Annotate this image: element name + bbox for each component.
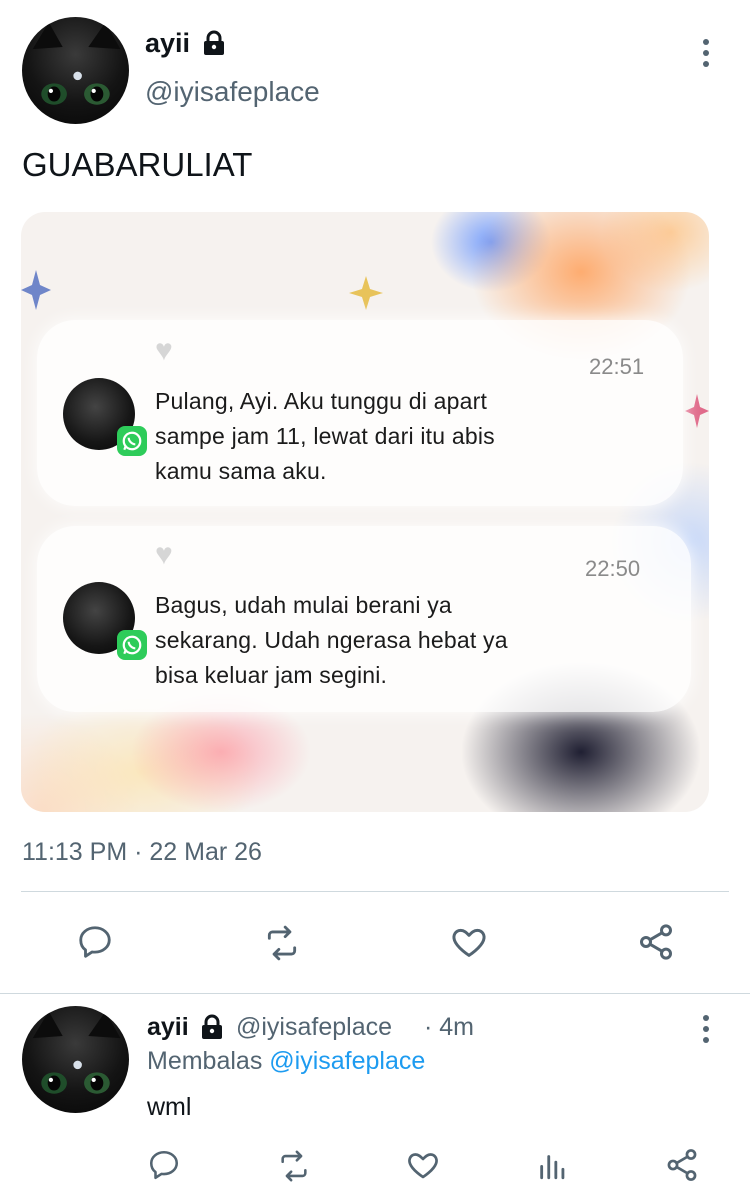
tweet-timestamp[interactable]: 11:13 PM · 22 Mar 26: [22, 838, 262, 867]
whatsapp-notification: ♥ 22:51 Pulang, Ayi. Aku tunggu di apart…: [37, 320, 683, 506]
whatsapp-icon: [117, 426, 147, 456]
author-handle[interactable]: @iyisafeplace: [145, 76, 320, 108]
heart-icon: ♥: [155, 538, 173, 571]
reply-text: wml: [147, 1093, 192, 1121]
author-name[interactable]: ayii: [145, 28, 190, 59]
more-options-icon[interactable]: [694, 34, 718, 74]
reply-author-name[interactable]: ayii: [147, 1013, 189, 1042]
tweet-text: GUABARULIAT: [22, 146, 253, 183]
views-icon[interactable]: [536, 1148, 570, 1182]
star-decoration-icon: [349, 276, 383, 310]
notification-line: bisa keluar jam segini.: [155, 662, 388, 688]
notification-time: 22:50: [585, 556, 641, 581]
avatar[interactable]: [22, 1006, 129, 1113]
star-decoration-icon: [685, 394, 709, 428]
retweet-icon[interactable]: [260, 924, 304, 962]
lock-icon: [202, 30, 226, 56]
share-icon[interactable]: [664, 1147, 700, 1183]
replying-to: Membalas @iyisafeplace: [147, 1047, 425, 1076]
notification-time: 22:51: [589, 354, 645, 379]
lock-icon: [200, 1014, 224, 1040]
divider: [0, 993, 750, 994]
avatar[interactable]: [22, 17, 129, 124]
notification-line: Bagus, udah mulai berani ya: [155, 592, 452, 618]
notification-line: kamu sama aku.: [155, 458, 327, 484]
replying-prefix: Membalas: [147, 1047, 263, 1075]
cat-avatar-image: [32, 1011, 121, 1094]
like-icon[interactable]: [405, 1147, 441, 1183]
reply-age: · 4m: [424, 1013, 474, 1041]
reply-icon[interactable]: [147, 1148, 181, 1182]
retweet-icon[interactable]: [275, 1149, 313, 1183]
divider: [21, 891, 729, 892]
notification-line: Pulang, Ayi. Aku tunggu di apart: [155, 388, 488, 414]
heart-icon: ♥: [155, 334, 173, 367]
tweet-media-image[interactable]: ♥ 22:51 Pulang, Ayi. Aku tunggu di apart…: [21, 212, 709, 812]
whatsapp-icon: [117, 630, 147, 660]
share-icon[interactable]: [636, 922, 676, 962]
cat-avatar-image: [32, 22, 121, 105]
more-options-icon[interactable]: [694, 1010, 718, 1050]
reply-icon[interactable]: [76, 923, 114, 961]
notification-line: sampe jam 11, lewat dari itu abis: [155, 423, 495, 449]
star-decoration-icon: [21, 270, 51, 310]
like-icon[interactable]: [449, 922, 489, 962]
whatsapp-notification: ♥ 22:50 Bagus, udah mulai berani ya seka…: [37, 526, 691, 712]
notification-line: sekarang. Udah ngerasa hebat ya: [155, 627, 508, 653]
reply-author-handle[interactable]: @iyisafeplace: [236, 1013, 392, 1042]
replying-to-link[interactable]: @iyisafeplace: [269, 1047, 425, 1075]
